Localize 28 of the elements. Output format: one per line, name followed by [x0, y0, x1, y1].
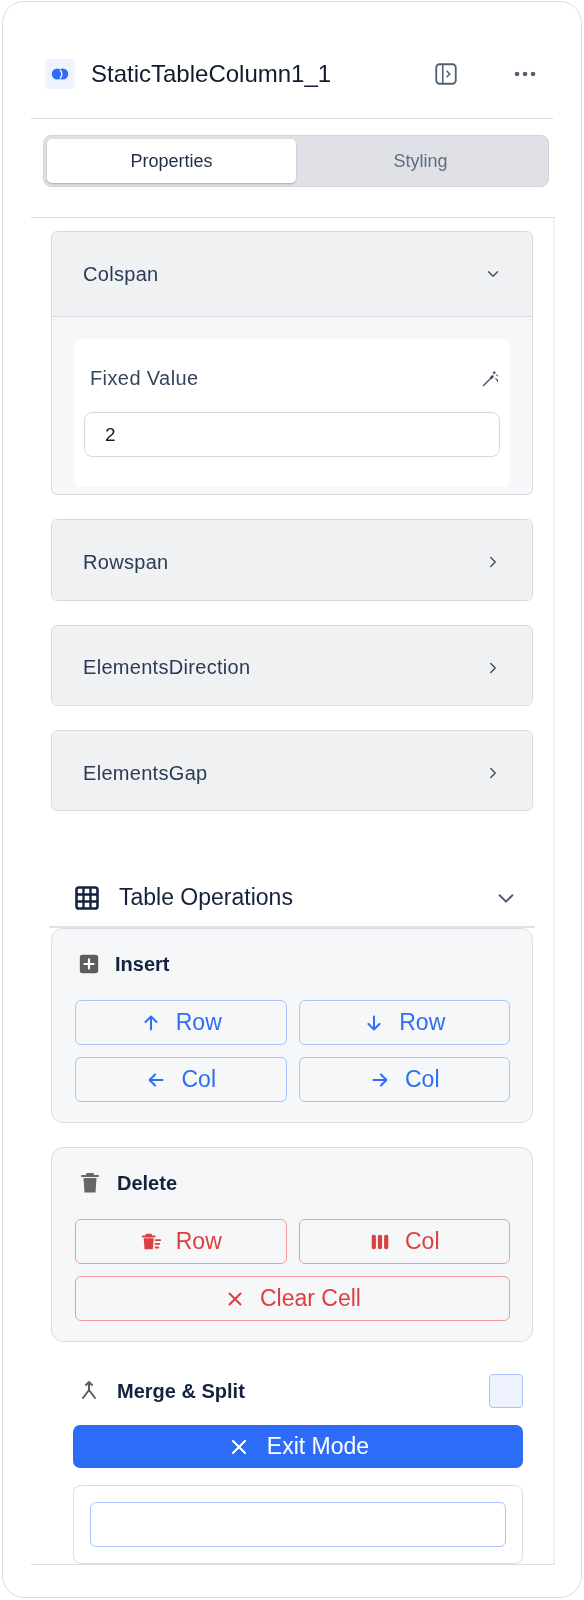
tab[interactable]: Properties [47, 139, 296, 183]
delete-button[interactable]: Clear Cell [75, 1276, 510, 1322]
insert-button[interactable]: Col [298, 1057, 510, 1103]
select-cell-button[interactable] [90, 1502, 506, 1547]
exit-mode-button[interactable]: Exit Mode [73, 1425, 523, 1468]
trash-icon [78, 1171, 102, 1196]
value-input[interactable]: 2 [84, 412, 500, 457]
delete-button[interactable]: Col [298, 1219, 510, 1265]
field-label: Fixed Value [90, 367, 199, 390]
plus-square-icon [78, 953, 100, 976]
panel-title: StaticTableColumn1_1 [91, 60, 333, 88]
insert-button[interactable]: Col [75, 1057, 287, 1103]
insert-button[interactable]: Row [298, 1000, 510, 1046]
section-header[interactable]: ElementsGap [52, 731, 532, 811]
table-grid-icon [73, 883, 101, 912]
group-title: Merge & Split [117, 1379, 246, 1403]
section-header[interactable]: Colspan [52, 232, 532, 316]
section-header[interactable]: ElementsDirection [52, 625, 532, 705]
magic-wand-icon [480, 368, 500, 389]
delete-button[interactable]: Row [75, 1219, 287, 1265]
group-title: Delete [117, 1171, 178, 1195]
sidebar-toggle-icon[interactable] [433, 61, 459, 87]
app-logo-icon [45, 59, 75, 89]
tab[interactable]: Styling [296, 139, 545, 183]
checkbox[interactable] [489, 1374, 523, 1409]
group-title: Insert [115, 952, 170, 976]
section-header[interactable]: Rowspan [52, 520, 532, 600]
insert-button[interactable]: Row [75, 1000, 287, 1046]
